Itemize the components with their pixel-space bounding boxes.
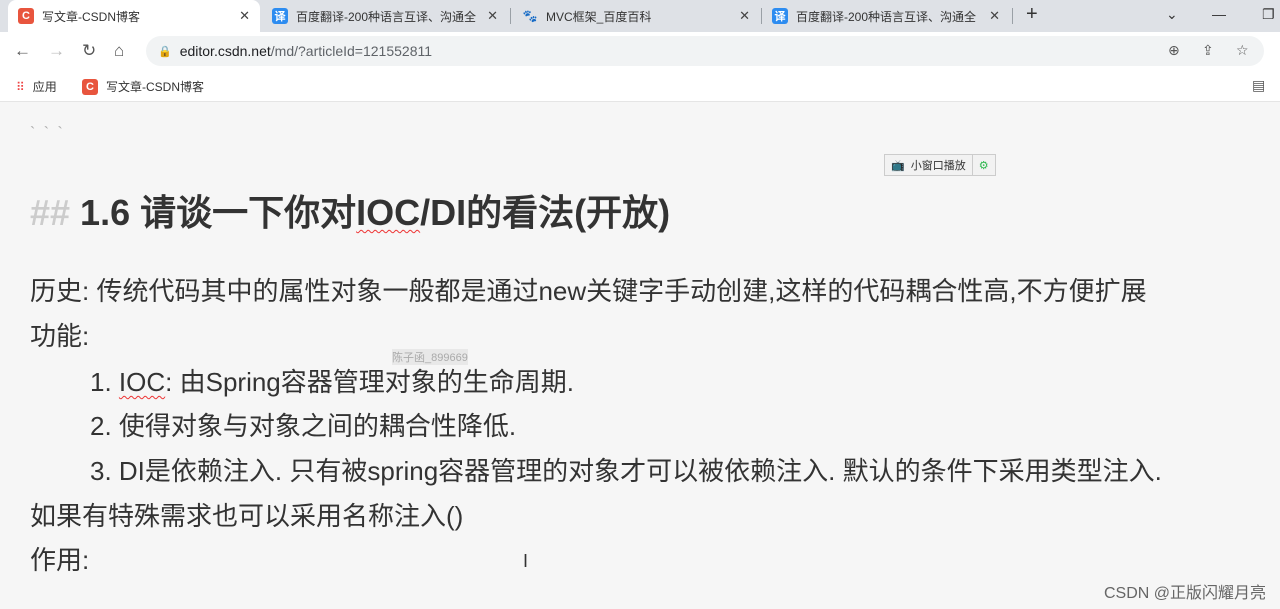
editor-content[interactable]: ` ` ` [0, 103, 1280, 609]
heading-text: /DI的看法(开放) [420, 192, 671, 233]
home-icon[interactable]: ⌂ [114, 41, 124, 61]
code-fence: ` ` ` [30, 125, 65, 142]
bookmark-star-icon[interactable]: ☆ [1236, 42, 1249, 59]
restore-button[interactable]: ❐ [1262, 6, 1275, 23]
baidu-paw-icon: 🐾 [522, 9, 538, 23]
close-tab-icon[interactable]: ✕ [989, 8, 1000, 24]
section-heading: ## 1.6 请谈一下你对IOC/DI的看法(开放) [30, 184, 670, 236]
list-item: 2. 使得对象与对象之间的耦合性降低. [90, 411, 517, 441]
lock-icon: 🔒 [158, 45, 172, 58]
browser-toolbar: ← → ↻ ⌂ 🔒 editor.csdn.net/md/?articleId=… [0, 32, 1280, 70]
tab-mvc-baike[interactable]: 🐾 MVC框架_百度百科 ✕ [512, 0, 760, 32]
spellcheck-word: IOC [356, 192, 421, 233]
bookmarks-bar: ⠿ 应用 C 写文章-CSDN博客 ▤ [0, 70, 1280, 102]
tab-bar: C 写文章-CSDN博客 ✕ 译 百度翻译-200种语言互译、沟通全 ✕ 🐾 M… [0, 0, 1280, 32]
tab-separator [1012, 8, 1013, 24]
credit-watermark: CSDN @正版闪耀月亮 [1103, 585, 1266, 602]
back-icon[interactable]: ← [14, 41, 31, 61]
reload-icon[interactable]: ↻ [82, 41, 96, 61]
bookmark-apps[interactable]: ⠿ 应用 [16, 78, 57, 95]
url-host: editor.csdn.net [179, 43, 271, 59]
zoom-icon[interactable]: ⊕ [1168, 42, 1180, 59]
settings-gear-icon[interactable]: ⚙ [973, 155, 995, 175]
spellcheck-word: IOC [118, 367, 166, 397]
bookmark-label: 写文章-CSDN博客 [106, 80, 204, 94]
paragraph-function: 功能: [30, 321, 90, 351]
translate-favicon-icon: 译 [772, 8, 788, 24]
reading-list-icon[interactable]: ▤ [1252, 77, 1265, 94]
mini-player-label: 小窗口播放 [911, 155, 973, 175]
tv-icon: 📺 [891, 159, 905, 172]
close-tab-icon[interactable]: ✕ [739, 8, 750, 24]
heading-text: 1.6 请谈一下你对 [80, 192, 357, 233]
paragraph-history: 历史: 传统代码其中的属性对象一般都是通过new关键字手动创建,这样的代码耦合性… [30, 276, 1147, 306]
tab-title: 写文章-CSDN博客 [42, 9, 140, 24]
list-number: 1. [90, 367, 119, 397]
url-path: /md/?articleId=121552811 [270, 43, 433, 59]
paragraph-continuation: 如果有特殊需求也可以采用名称注入() [30, 501, 464, 531]
text-cursor-icon: I [523, 551, 529, 571]
close-tab-icon[interactable]: ✕ [239, 8, 250, 24]
new-tab-button[interactable]: + [1026, 3, 1038, 26]
tab-baidu-translate-2[interactable]: 译 百度翻译-200种语言互译、沟通全 ✕ [762, 0, 1010, 32]
address-bar[interactable]: 🔒 editor.csdn.net/md/?articleId=12155281… [146, 36, 1264, 66]
apps-grid-icon: ⠿ [16, 79, 25, 94]
minimize-button[interactable]: — [1212, 6, 1226, 22]
tab-title: 百度翻译-200种语言互译、沟通全 [296, 9, 477, 24]
heading-hash: ## [30, 192, 71, 233]
close-tab-icon[interactable]: ✕ [487, 8, 498, 24]
paragraph-effect: 作用: [30, 545, 90, 575]
translate-favicon-icon: 译 [272, 8, 288, 24]
list-item: 1. IOC: 由Spring容器管理对象的生命周期. [90, 362, 574, 399]
tab-csdn-editor[interactable]: C 写文章-CSDN博客 ✕ [8, 0, 260, 32]
list-item: 3. DI是依赖注入. 只有被spring容器管理的对象才可以被依赖注入. 默认… [90, 456, 1162, 486]
mini-player-button[interactable]: 📺 小窗口播放 ⚙ [884, 154, 996, 176]
bookmark-label: 应用 [32, 80, 57, 94]
watermark: 陈子函_899669 [392, 349, 468, 365]
tab-baidu-translate[interactable]: 译 百度翻译-200种语言互译、沟通全 ✕ [262, 0, 508, 32]
bookmark-csdn[interactable]: C 写文章-CSDN博客 [82, 78, 204, 95]
tab-title: 百度翻译-200种语言互译、沟通全 [796, 9, 977, 24]
list-text: : 由Spring容器管理对象的生命周期. [165, 367, 574, 397]
tab-search-chevron-icon[interactable]: ⌄ [1166, 6, 1178, 23]
tab-title: MVC框架_百度百科 [546, 9, 652, 24]
csdn-favicon-icon: C [18, 8, 34, 24]
forward-icon[interactable]: → [48, 41, 65, 61]
csdn-favicon-icon: C [82, 78, 98, 95]
tab-separator [510, 8, 511, 24]
share-icon[interactable]: ⇪ [1202, 42, 1214, 59]
